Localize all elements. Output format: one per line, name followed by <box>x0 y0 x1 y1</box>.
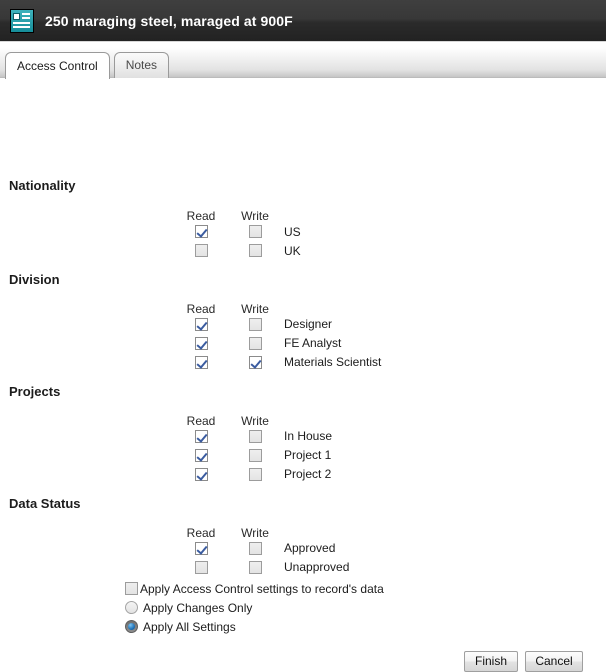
tab-bar: Access Control Notes <box>0 42 606 79</box>
checkbox-write-materials-scientist[interactable] <box>249 356 262 369</box>
column-header-write-division: Write <box>241 302 269 316</box>
checkbox-write-us[interactable] <box>249 225 262 238</box>
checkbox-read-approved[interactable] <box>195 542 208 555</box>
row-label-in-house: In House <box>284 429 333 443</box>
row-label-project-2: Project 2 <box>284 467 332 481</box>
checkbox-read-in-house[interactable] <box>195 430 208 443</box>
checkbox-read-us[interactable] <box>195 225 208 238</box>
checkbox-read-materials-scientist[interactable] <box>195 356 208 369</box>
column-header-read-data-status: Read <box>186 526 216 540</box>
record-document-icon <box>10 8 34 33</box>
column-header-write-data-status: Write <box>241 526 269 540</box>
cancel-button[interactable]: Cancel <box>525 651 583 672</box>
row-label-designer: Designer <box>284 317 333 331</box>
tab-access-control-label: Access Control <box>17 59 98 73</box>
checkbox-write-unapproved[interactable] <box>249 561 262 574</box>
checkbox-read-project-2[interactable] <box>195 468 208 481</box>
access-control-panel: Nationality Read Write US UK Division Re… <box>0 78 606 672</box>
radio-apply-changes-only[interactable] <box>125 601 138 614</box>
section-title-division: Division <box>9 272 60 287</box>
checkbox-write-in-house[interactable] <box>249 430 262 443</box>
column-header-read: Read <box>186 209 216 223</box>
row-label-fe-analyst: FE Analyst <box>284 336 342 350</box>
checkbox-write-fe-analyst[interactable] <box>249 337 262 350</box>
checkbox-read-uk[interactable] <box>195 244 208 257</box>
label-apply-all-settings: Apply All Settings <box>143 620 236 634</box>
finish-button[interactable]: Finish <box>464 651 518 672</box>
window-title: 250 maraging steel, maraged at 900F <box>45 12 293 29</box>
section-title-data-status: Data Status <box>9 496 81 511</box>
row-label-uk: UK <box>284 244 301 258</box>
checkbox-read-unapproved[interactable] <box>195 561 208 574</box>
row-label-project-1: Project 1 <box>284 448 332 462</box>
section-title-projects: Projects <box>9 384 61 399</box>
row-label-us: US <box>284 225 301 239</box>
column-header-read-projects: Read <box>186 414 216 428</box>
checkbox-write-project-1[interactable] <box>249 449 262 462</box>
column-header-write: Write <box>241 209 269 223</box>
row-label-approved: Approved <box>284 541 336 555</box>
label-apply-changes-only: Apply Changes Only <box>143 601 253 615</box>
tab-notes[interactable]: Notes <box>113 52 170 78</box>
label-apply-access-control-to-record: Apply Access Control settings to record'… <box>140 582 384 596</box>
tab-notes-label: Notes <box>125 58 158 72</box>
tab-access-control[interactable]: Access Control <box>5 52 110 79</box>
row-label-unapproved: Unapproved <box>284 560 350 574</box>
checkbox-write-approved[interactable] <box>249 542 262 555</box>
column-header-write-projects: Write <box>241 414 269 428</box>
checkbox-read-project-1[interactable] <box>195 449 208 462</box>
window-titlebar: 250 maraging steel, maraged at 900F <box>0 0 606 42</box>
checkbox-write-uk[interactable] <box>249 244 262 257</box>
checkbox-write-project-2[interactable] <box>249 468 262 481</box>
checkbox-read-designer[interactable] <box>195 318 208 331</box>
checkbox-apply-access-control-to-record[interactable] <box>125 582 138 595</box>
checkbox-read-fe-analyst[interactable] <box>195 337 208 350</box>
row-label-materials-scientist: Materials Scientist <box>284 355 382 369</box>
column-header-read-division: Read <box>186 302 216 316</box>
section-title-nationality: Nationality <box>9 178 76 193</box>
radio-apply-all-settings[interactable] <box>125 620 138 633</box>
checkbox-write-designer[interactable] <box>249 318 262 331</box>
